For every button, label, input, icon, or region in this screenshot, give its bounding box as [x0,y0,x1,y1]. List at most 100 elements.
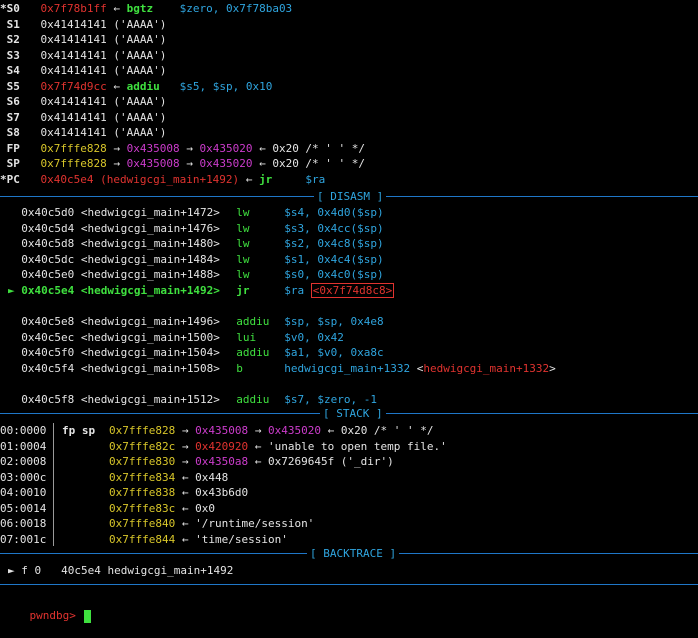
current-instruction-marker: ► [8,284,22,297]
register-value: 0x41414141 ('AAAA') [40,33,167,46]
stack-value: 0x420920 [195,439,249,453]
register-row: FP 0x7fffe828 → 0x435008 → 0x435020 ← 0x… [0,141,698,156]
register-name: FP [0,141,20,155]
register-annotation: 0x435008 [126,141,180,155]
stack-value: ← 'time/session' [175,532,288,546]
angle-bracket: > [549,362,556,375]
instruction-address: 0x40c5d8 <hedwigcgi_main+1480> [21,237,220,251]
current-instruction-marker [8,346,21,359]
stack-pointer-label: fp sp [62,424,96,437]
register-value: 0x41414141 ('AAAA') [40,17,167,31]
stack-value: → [175,455,196,468]
register-annotation: addiu [126,79,160,93]
register-annotation: ← 0x20 /* ' ' */ [252,157,366,170]
stack-address: 0x7fffe828 [109,424,176,437]
register-annotation: $ra [272,172,326,186]
register-annotation: jr [259,172,273,186]
disasm-row: 0x40c5dc <hedwigcgi_main+1484> lw $s1, 0x4… [0,252,698,267]
bottom-rule [0,584,698,585]
stack-row: 00:0000 fp sp 0x7fffe828 → 0x435008 → 0x43… [0,423,698,438]
backtrace-symbol: hedwigcgi_main+1492 [107,564,234,577]
register-value: 0x7fffe828 [40,157,107,170]
stack-value: ← 0x448 [175,470,229,484]
disasm-row: 0x40c5d8 <hedwigcgi_main+1480> lw $s2, 0x4… [0,236,698,251]
disasm-row: 0x40c5f0 <hedwigcgi_main+1504> addiu $a1, … [0,345,698,360]
instruction-address: 0x40c5e0 <hedwigcgi_main+1488> [21,268,220,282]
stack-address: 0x7fffe840 [109,517,176,530]
backtrace-frame-marker: ► f 0 [8,564,42,577]
prompt-line[interactable]: pwndbg> [0,593,698,623]
register-annotation: → [106,157,127,170]
register-annotation: → [179,157,200,170]
stack-address: 0x7fffe82c [109,439,176,453]
disasm-row [0,299,698,314]
register-value: 0x7f78b1ff [40,2,107,15]
current-instruction-marker [8,393,21,406]
instruction-mnemonic: lw [236,268,250,282]
instruction-operands: hedwigcgi_main+1332 [284,362,417,375]
register-annotation: 0x435020 [199,141,253,155]
stack-row: 07:001c 0x7fffe844 ← 'time/session' [0,532,698,547]
register-row: S8 0x41414141 ('AAAA') [0,125,698,140]
instruction-address: 0x40c5e4 <hedwigcgi_main+1492> [21,284,220,297]
register-row: S4 0x41414141 ('AAAA') [0,63,698,78]
disasm-row: 0x40c5e8 <hedwigcgi_main+1496> addiu $sp, … [0,314,698,329]
stack-value: → [175,424,196,437]
instruction-mnemonic: lw [236,252,250,266]
stack-value: ← 0x7269645f ('_dir') [248,455,394,468]
register-annotation: → [179,141,200,155]
instruction-operands: $s1, 0x4c4($sp) [284,252,384,266]
stack-offset: 03:000c [0,470,47,484]
stack-value: ← 0x20 /* ' ' */ [320,424,434,437]
backtrace-address: 40c5e4 [61,564,101,577]
current-instruction-marker [8,253,21,266]
instruction-operands: $ra [284,284,311,297]
instruction-address: 0x40c5f4 <hedwigcgi_main+1508> [21,362,220,375]
stack-row: 04:0010 0x7fffe838 ← 0x43b6d0 [0,485,698,500]
stack-offset: 06:0018 [0,517,47,530]
stack-row: 01:0004 0x7fffe82c → 0x420920 ← 'unable t… [0,439,698,454]
jump-target: <0x7f74d8c8> [310,283,395,298]
stack-address: 0x7fffe844 [109,532,176,546]
instruction-address: 0x40c5f0 <hedwigcgi_main+1504> [21,346,220,360]
register-annotation: $s5, $sp, 0x10 [159,79,273,93]
register-value: 0x40c5e4 (hedwigcgi_main+1492) [40,172,240,186]
disasm-row: 0x40c5d0 <hedwigcgi_main+1472> lw $s4, 0x4… [0,205,698,220]
register-annotation: ← [106,2,127,15]
current-instruction-marker [8,315,21,328]
current-instruction-marker [8,268,21,281]
disasm-row: 0x40c5f4 <hedwigcgi_main+1508> b hedwigcgi… [0,361,698,376]
stack-offset: 00:0000 [0,424,47,437]
register-name: S7 [0,110,20,124]
instruction-operands: $v0, 0x42 [284,330,344,344]
instruction-mnemonic: jr [236,284,250,297]
stack-title: [ STACK ] [320,406,386,421]
current-instruction-marker [8,362,21,375]
register-annotation: → [106,141,127,155]
instruction-operands: $s2, 0x4c8($sp) [284,237,384,251]
stack-row: 02:0008 0x7fffe830 → 0x4350a8 ← 0x7269645… [0,454,698,469]
register-value: 0x41414141 ('AAAA') [40,110,167,124]
disasm-row-current: ► 0x40c5e4 <hedwigcgi_main+1492> jr $ra <0… [0,283,698,298]
register-value: 0x7f74d9cc [40,79,107,93]
stack-offset: 02:0008 [0,455,47,468]
register-value: 0x41414141 ('AAAA') [40,48,167,62]
instruction-address: 0x40c5f8 <hedwigcgi_main+1512> [21,393,220,407]
register-name: S6 [0,95,20,108]
register-value: 0x7fffe828 [40,141,107,155]
text-cursor[interactable] [84,609,92,623]
register-row: *PC 0x40c5e4 (hedwigcgi_main+1492) ← jr … [0,172,698,187]
disasm-title: [ DISASM ] [314,189,387,204]
register-value: 0x41414141 ('AAAA') [40,95,167,108]
stack-value: ← 0x43b6d0 [175,486,249,499]
stack-address: 0x7fffe834 [109,470,176,484]
